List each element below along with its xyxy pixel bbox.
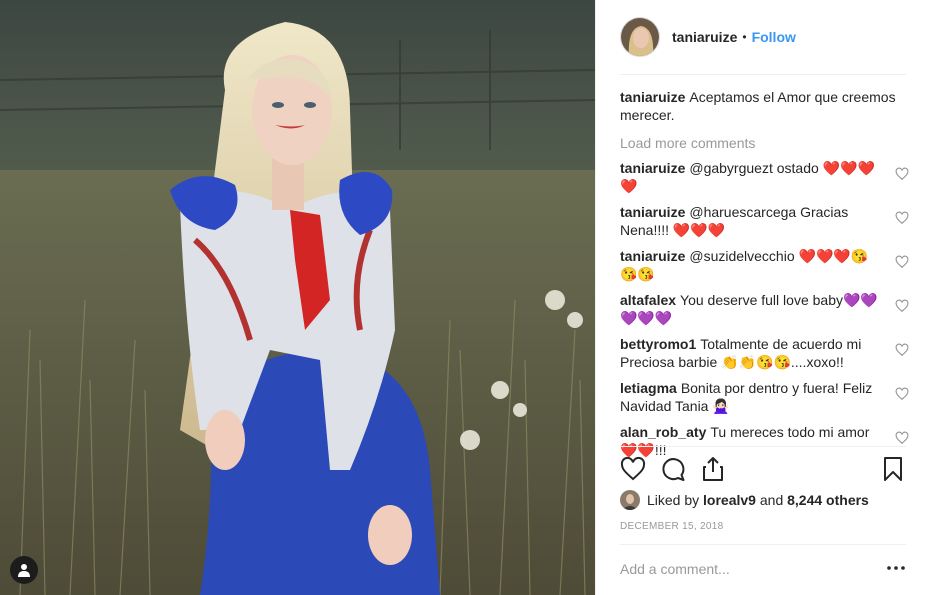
- comment-item: alan_rob_aty Tu mereces todo mi amor ❤️❤️…: [620, 423, 909, 459]
- post-header: taniaruize • Follow: [596, 0, 930, 73]
- caption-username[interactable]: taniaruize: [620, 89, 685, 105]
- comment-username[interactable]: taniaruize: [620, 160, 685, 176]
- actions-divider: [620, 446, 906, 447]
- comment-like-heart-icon[interactable]: [895, 255, 909, 269]
- comment-item: bettyromo1 Totalmente de acuerdo mi Preci…: [620, 335, 909, 371]
- action-bar: [620, 456, 906, 484]
- likes-summary: Liked by lorealv9 and 8,244 others: [620, 490, 869, 510]
- bookmark-icon[interactable]: [880, 456, 906, 482]
- follow-button[interactable]: Follow: [752, 29, 796, 45]
- post-photo[interactable]: [0, 0, 595, 595]
- comment-item: altafalex You deserve full love baby💜💜💜💜💜: [620, 291, 909, 327]
- comment-like-heart-icon[interactable]: [895, 299, 909, 313]
- comment-like-heart-icon[interactable]: [895, 387, 909, 401]
- comment-like-heart-icon[interactable]: [895, 343, 909, 357]
- owner-username[interactable]: taniaruize: [672, 29, 737, 45]
- post-date[interactable]: DECEMBER 15, 2018: [620, 521, 723, 532]
- photo-image: [0, 0, 595, 595]
- comment-username[interactable]: letiagma: [620, 380, 677, 396]
- share-upload-icon[interactable]: [700, 456, 726, 482]
- owner-avatar[interactable]: [620, 16, 660, 57]
- comments-list: taniaruize Aceptamos el Amor que creemos …: [620, 88, 909, 459]
- comment-like-heart-icon[interactable]: [895, 167, 909, 181]
- comment-like-heart-icon[interactable]: [895, 211, 909, 225]
- speech-bubble-icon[interactable]: [660, 456, 686, 482]
- likes-others-link[interactable]: 8,244 others: [787, 492, 869, 508]
- comment-item: taniaruize @suzidelvecchio ❤️❤️❤️😘😘😘: [620, 247, 909, 283]
- comment-item: taniaruize @gabyrguezt ostado ❤️❤️❤️❤️: [620, 159, 909, 195]
- likes-prefix: Liked by: [647, 492, 700, 508]
- comment-username[interactable]: taniaruize: [620, 248, 685, 264]
- post-side-panel: taniaruize • Follow taniaruize Aceptamos …: [595, 0, 930, 595]
- liker-username[interactable]: lorealv9: [703, 492, 756, 508]
- header-divider: [620, 74, 906, 75]
- ellipsis-icon[interactable]: [886, 561, 906, 575]
- header-separator: •: [742, 29, 747, 44]
- add-comment-input[interactable]: [620, 561, 870, 577]
- comment-item: taniaruize @haruescarcega Gracias Nena!!!…: [620, 203, 909, 239]
- comment-like-heart-icon[interactable]: [895, 431, 909, 445]
- likes-joiner: and: [759, 492, 784, 508]
- comment-username[interactable]: altafalex: [620, 292, 676, 308]
- user-tag-icon[interactable]: [10, 556, 38, 584]
- comment-username[interactable]: alan_rob_aty: [620, 424, 706, 440]
- heart-outline-icon[interactable]: [620, 456, 646, 482]
- load-more-comments-button[interactable]: Load more comments: [620, 134, 906, 152]
- comment-item: letiagma Bonita por dentro y fuera! Feliz…: [620, 379, 909, 415]
- instagram-post: taniaruize • Follow taniaruize Aceptamos …: [0, 0, 930, 595]
- comment-username[interactable]: bettyromo1: [620, 336, 696, 352]
- comment-username[interactable]: taniaruize: [620, 204, 685, 220]
- post-caption: taniaruize Aceptamos el Amor que creemos …: [620, 88, 906, 124]
- add-comment-bar: [620, 557, 906, 581]
- liker-avatar[interactable]: [620, 490, 640, 510]
- comment-box-divider: [620, 544, 906, 545]
